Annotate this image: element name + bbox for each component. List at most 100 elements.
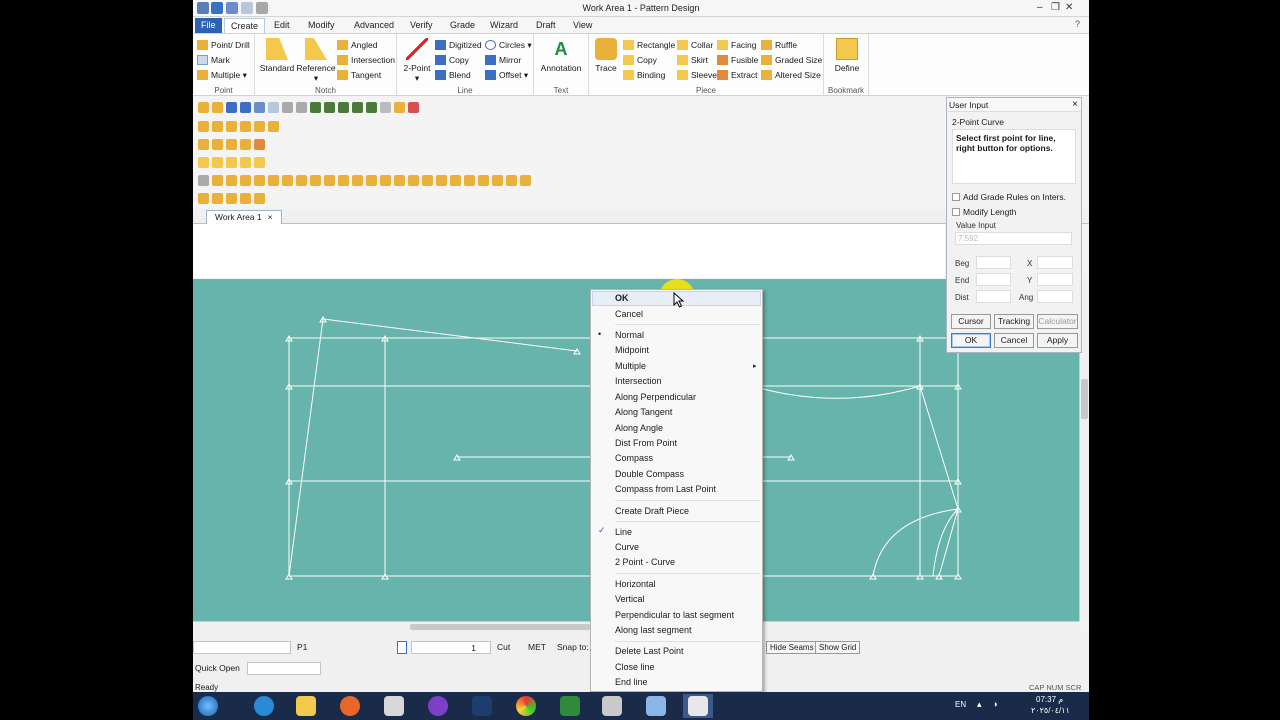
refresh-icon[interactable]: [380, 102, 391, 113]
menu-item-horizontal[interactable]: Horizontal: [615, 577, 656, 592]
redo-icon[interactable]: [268, 102, 279, 113]
notch-tool-icon[interactable]: [212, 139, 223, 150]
end-field[interactable]: [976, 273, 1011, 286]
menu-item-end-line[interactable]: End line: [615, 675, 648, 690]
modify-tool-icon[interactable]: [338, 175, 349, 186]
cursor-button[interactable]: Cursor: [951, 314, 991, 329]
zoom-fit-icon[interactable]: [338, 102, 349, 113]
taskbar-app-tool[interactable]: [597, 694, 627, 718]
taskbar-app-active[interactable]: [683, 694, 713, 718]
modify-tool-icon[interactable]: [198, 175, 209, 186]
zoom-in-icon[interactable]: [310, 102, 321, 113]
intersection-button[interactable]: Intersection: [337, 53, 395, 67]
menu-item-compass[interactable]: Compass: [615, 451, 653, 466]
modify-tool-icon[interactable]: [254, 175, 265, 186]
piece-copy-button[interactable]: Copy: [623, 53, 657, 67]
clock-date[interactable]: ٢٠٢٥/٠٤/١١: [1031, 706, 1070, 715]
dist-field[interactable]: [976, 290, 1011, 303]
shape-tool-icon[interactable]: [240, 157, 251, 168]
grade-tool-icon[interactable]: [212, 193, 223, 204]
shape-tool-icon[interactable]: [254, 157, 265, 168]
modify-tool-icon[interactable]: [492, 175, 503, 186]
grade-tool-icon[interactable]: [198, 193, 209, 204]
piece-tool-icon[interactable]: [212, 121, 223, 132]
x-field[interactable]: [1037, 256, 1073, 269]
tab-advanced[interactable]: Advanced: [348, 18, 400, 33]
print-icon[interactable]: [282, 102, 293, 113]
trace-button[interactable]: Trace: [591, 34, 621, 73]
piece-tool-icon[interactable]: [268, 121, 279, 132]
value-input-field[interactable]: 7.592: [955, 232, 1072, 245]
command-field[interactable]: [193, 641, 291, 654]
modify-tool-icon[interactable]: [520, 175, 531, 186]
tangent-button[interactable]: Tangent: [337, 68, 381, 82]
modify-tool-icon[interactable]: [296, 175, 307, 186]
vertical-scroll-thumb[interactable]: [1081, 379, 1088, 419]
reference-notch-button[interactable]: Reference ▾: [295, 34, 337, 84]
mirror-button[interactable]: Mirror: [485, 53, 521, 67]
modify-tool-icon[interactable]: [240, 175, 251, 186]
menu-item-vertical[interactable]: Vertical: [615, 592, 645, 607]
new-icon[interactable]: [198, 102, 209, 113]
taskbar-app-colors[interactable]: [511, 694, 541, 718]
tab-grade[interactable]: Grade: [444, 18, 481, 33]
size-select[interactable]: 1: [411, 641, 491, 654]
ok-button[interactable]: OK: [951, 333, 991, 348]
piece-tool-icon[interactable]: [254, 121, 265, 132]
hide-seams-button[interactable]: Hide Seams: [766, 641, 818, 654]
menu-item-2-point-curve[interactable]: 2 Point - Curve: [615, 555, 675, 570]
tab-work-area-1[interactable]: Work Area 1 ×: [206, 210, 282, 224]
save-icon[interactable]: [226, 102, 237, 113]
grade-tool-icon[interactable]: [240, 193, 251, 204]
menu-item-midpoint[interactable]: Midpoint: [615, 343, 649, 358]
piece-tool-icon[interactable]: [226, 121, 237, 132]
tab-edit[interactable]: Edit: [268, 18, 296, 33]
multiple-button[interactable]: Multiple ▾: [197, 68, 247, 82]
shape-tool-icon[interactable]: [226, 157, 237, 168]
apply-button[interactable]: Apply: [1037, 333, 1078, 348]
standard-notch-button[interactable]: Standard: [259, 34, 295, 73]
close-icon[interactable]: ✕: [1065, 2, 1073, 13]
delete-icon[interactable]: [408, 102, 419, 113]
modify-tool-icon[interactable]: [422, 175, 433, 186]
tab-verify[interactable]: Verify: [404, 18, 439, 33]
tab-modify[interactable]: Modify: [302, 18, 341, 33]
taskbar-app-cad[interactable]: [467, 694, 497, 718]
menu-item-along-perpendicular[interactable]: Along Perpendicular: [615, 390, 696, 405]
line-copy-button[interactable]: Copy: [435, 53, 469, 67]
help-icon[interactable]: ?: [1075, 19, 1080, 29]
grade-tool-icon[interactable]: [226, 193, 237, 204]
select-piece-icon[interactable]: [394, 102, 405, 113]
define-button[interactable]: Define: [826, 34, 868, 73]
modify-tool-icon[interactable]: [506, 175, 517, 186]
skirt-button[interactable]: Skirt: [677, 53, 708, 67]
modify-tool-icon[interactable]: [212, 175, 223, 186]
print-preview-icon[interactable]: [296, 102, 307, 113]
tab-file[interactable]: File: [195, 18, 222, 33]
altered-size-button[interactable]: Altered Size: [761, 68, 821, 82]
zoom-out-icon[interactable]: [324, 102, 335, 113]
modify-tool-icon[interactable]: [310, 175, 321, 186]
close-panel-icon[interactable]: ×: [1072, 99, 1078, 110]
cancel-button[interactable]: Cancel: [994, 333, 1034, 348]
close-tab-icon[interactable]: ×: [268, 212, 273, 222]
y-field[interactable]: [1037, 273, 1073, 286]
beg-field[interactable]: [976, 256, 1011, 269]
taskbar-app-ie[interactable]: [249, 694, 279, 718]
piece-lookup-button[interactable]: [397, 641, 407, 654]
menu-item-dist-from-point[interactable]: Dist From Point: [615, 436, 677, 451]
menu-item-delete-last-point[interactable]: Delete Last Point: [615, 644, 684, 659]
tab-wizard[interactable]: Wizard: [484, 18, 524, 33]
minimize-icon[interactable]: ‒: [1037, 2, 1043, 13]
menu-item-create-draft-piece[interactable]: Create Draft Piece: [615, 504, 689, 519]
menu-item-cancel[interactable]: Cancel: [615, 307, 643, 322]
volume-icon[interactable]: ◗: [993, 699, 998, 709]
menu-item-intersection[interactable]: Intersection: [615, 374, 662, 389]
modify-tool-icon[interactable]: [408, 175, 419, 186]
taskbar-app-green[interactable]: [555, 694, 585, 718]
tray-arrow-icon[interactable]: ▴: [977, 699, 982, 710]
show-grid-button[interactable]: Show Grid: [815, 641, 861, 654]
restore-icon[interactable]: ❐: [1051, 2, 1060, 13]
tracking-button[interactable]: Tracking: [994, 314, 1034, 329]
menu-item-curve[interactable]: Curve: [615, 540, 639, 555]
